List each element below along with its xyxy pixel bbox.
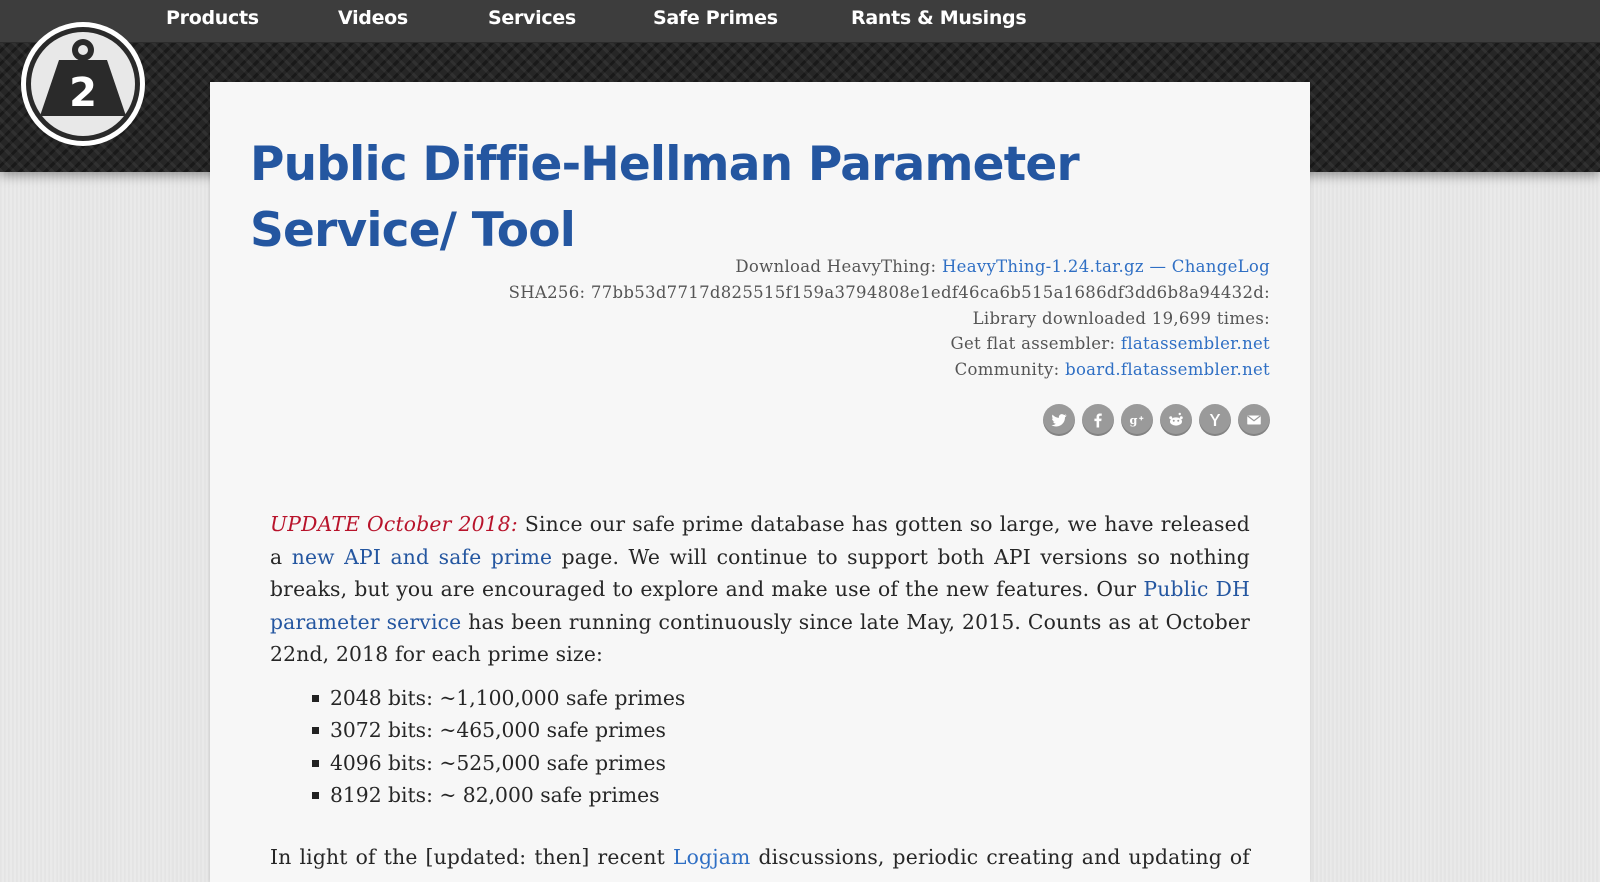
nav-rants-musings[interactable]: Rants & Musings [851, 7, 1027, 29]
top-navbar: Products Videos Services Safe Primes Ran… [0, 0, 1600, 43]
changelog-link[interactable]: ChangeLog [1172, 257, 1270, 276]
list-item: 3072 bits: ~465,000 safe primes [310, 714, 685, 746]
page-title: Public Diffie-Hellman Parameter Service/… [250, 137, 1080, 258]
fasm-line: Get flat assembler: flatassembler.net [951, 334, 1271, 353]
site-logo[interactable]: 2 [19, 20, 147, 148]
prime-counts-list: 2048 bits: ~1,100,000 safe primes 3072 b… [310, 682, 685, 811]
nav-services[interactable]: Services [488, 7, 576, 29]
sha256-line: SHA256: 77bb53d7717d825515f159a3794808e1… [508, 283, 1270, 302]
community-label: Community: [954, 360, 1060, 379]
logjam-link[interactable]: Logjam [673, 845, 750, 869]
list-item: 8192 bits: ~ 82,000 safe primes [310, 779, 685, 811]
logjam-text-1: In light of the [updated: then] recent [270, 845, 673, 869]
logjam-text-2: discussions, periodic creating and updat… [750, 845, 1251, 869]
nav-products[interactable]: Products [166, 7, 259, 29]
community-board-link[interactable]: board.flatassembler.net [1065, 360, 1270, 379]
social-share-buttons: g [1043, 404, 1270, 436]
download-count-line: Library downloaded 19,699 times: [972, 309, 1270, 328]
google-plus-icon[interactable]: g [1121, 404, 1153, 436]
fasm-label: Get flat assembler: [950, 334, 1116, 353]
svg-text:g: g [1130, 413, 1138, 427]
twitter-icon[interactable] [1043, 404, 1075, 436]
svg-text:2: 2 [69, 70, 97, 116]
heavything-download-link[interactable]: HeavyThing-1.24.tar.gz [942, 257, 1144, 276]
reddit-icon[interactable] [1160, 404, 1192, 436]
update-paragraph: UPDATE October 2018: Since our safe prim… [270, 508, 1250, 671]
facebook-icon[interactable] [1082, 404, 1114, 436]
email-icon[interactable] [1238, 404, 1270, 436]
new-api-link[interactable]: new API and safe prime [292, 545, 553, 569]
nav-videos[interactable]: Videos [338, 7, 408, 29]
weight-logo-icon: 2 [21, 22, 145, 146]
separator-dash: — [1149, 257, 1167, 276]
nav-safe-primes[interactable]: Safe Primes [653, 7, 778, 29]
community-line: Community: board.flatassembler.net [955, 360, 1270, 379]
download-line: Download HeavyThing: HeavyThing-1.24.tar… [735, 257, 1270, 276]
list-item: 4096 bits: ~525,000 safe primes [310, 747, 685, 779]
logjam-paragraph: In light of the [updated: then] recent L… [270, 841, 1250, 874]
update-label: UPDATE October 2018: [270, 512, 518, 536]
content-card: Public Diffie-Hellman Parameter Service/… [210, 82, 1310, 882]
download-label: Download HeavyThing: [735, 257, 937, 276]
hacker-news-icon[interactable] [1199, 404, 1231, 436]
list-item: 2048 bits: ~1,100,000 safe primes [310, 682, 685, 714]
flatassembler-link[interactable]: flatassembler.net [1121, 334, 1270, 353]
